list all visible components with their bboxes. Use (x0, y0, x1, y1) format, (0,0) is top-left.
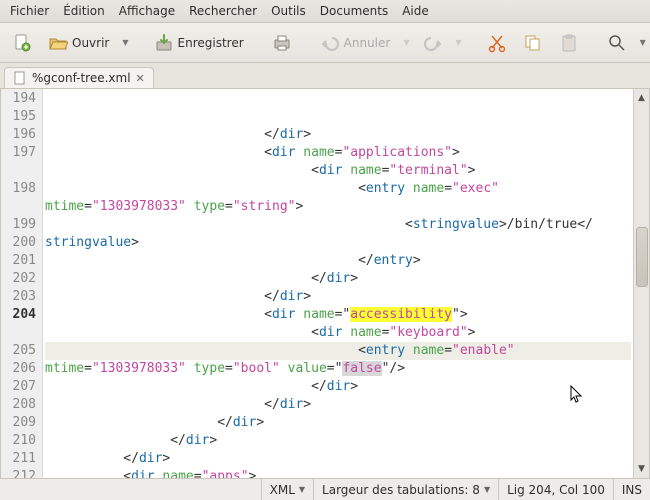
language-label: XML (270, 483, 295, 497)
insert-mode-label: INS (622, 483, 642, 497)
save-button[interactable]: Enregistrer (148, 30, 250, 56)
menu-documents[interactable]: Documents (314, 2, 394, 20)
cursor-position-label: Lig 204, Col 100 (507, 483, 605, 497)
menu-edit[interactable]: Édition (57, 2, 111, 20)
menu-file[interactable]: Fichier (4, 2, 55, 20)
new-document-button[interactable] (6, 30, 38, 56)
menu-view[interactable]: Affichage (113, 2, 181, 20)
tab-width-selector[interactable]: Largeur des tabulations: 8 ▼ (313, 479, 498, 500)
code-line[interactable]: mtime="1303978033" type="bool" value="fa… (45, 360, 631, 378)
open-dropdown-arrow[interactable]: ▼ (119, 38, 131, 47)
paste-button[interactable] (553, 30, 585, 56)
code-line[interactable]: stringvalue> (45, 234, 631, 252)
code-line[interactable]: <dir name="apps"> (45, 468, 631, 478)
undo-button[interactable]: Annuler (314, 30, 397, 56)
code-line[interactable]: </dir> (45, 414, 631, 432)
scrollbar-track[interactable] (635, 107, 649, 460)
code-area[interactable]: </dir> <dir name="applications"> <dir na… (43, 89, 633, 478)
cursor-position: Lig 204, Col 100 (498, 479, 613, 500)
redo-button[interactable] (417, 30, 449, 56)
statusbar-spacer (0, 479, 261, 500)
save-icon (154, 33, 174, 53)
search-button[interactable] (601, 30, 633, 56)
tab-close-button[interactable]: ✕ (136, 72, 145, 85)
undo-label: Annuler (344, 36, 391, 50)
code-line[interactable]: </dir> (45, 432, 631, 450)
toolbar: Ouvrir ▼ Enregistrer Annuler ▼ ▼ (0, 23, 650, 63)
editor: 1941951961971981992002012022032042052062… (0, 88, 650, 478)
undo-icon (320, 33, 340, 53)
tabbar: %gconf-tree.xml ✕ (0, 63, 650, 88)
code-line[interactable]: <stringvalue>/bin/true</ (45, 216, 631, 234)
document-tab[interactable]: %gconf-tree.xml ✕ (4, 67, 154, 88)
code-line[interactable]: <dir name="keyboard"> (45, 324, 631, 342)
tab-width-label: Largeur des tabulations: 8 (322, 483, 480, 497)
insert-mode[interactable]: INS (613, 479, 650, 500)
open-button[interactable]: Ouvrir (42, 30, 115, 56)
statusbar: XML ▼ Largeur des tabulations: 8 ▼ Lig 2… (0, 478, 650, 500)
chevron-down-icon: ▼ (484, 485, 490, 494)
scrollbar-thumb[interactable] (636, 227, 648, 287)
code-line[interactable]: <entry name="enable" (45, 342, 631, 360)
code-line[interactable]: <dir name="applications"> (45, 144, 631, 162)
copy-button[interactable] (517, 30, 549, 56)
vertical-scrollbar[interactable]: ▲ ▼ (633, 89, 649, 478)
undo-dropdown-arrow[interactable]: ▼ (400, 38, 412, 47)
code-line[interactable]: </dir> (45, 126, 631, 144)
paste-icon (559, 33, 579, 53)
code-line[interactable]: </dir> (45, 270, 631, 288)
print-icon (272, 33, 292, 53)
code-line[interactable]: </dir> (45, 450, 631, 468)
search-icon (607, 33, 627, 53)
menu-help[interactable]: Aide (396, 2, 435, 20)
code-line[interactable]: <dir name="accessibility"> (45, 306, 631, 324)
file-icon (13, 71, 27, 85)
copy-icon (523, 33, 543, 53)
chevron-down-icon: ▼ (299, 485, 305, 494)
tab-filename: %gconf-tree.xml (32, 71, 131, 85)
cut-icon (487, 33, 507, 53)
code-line[interactable]: mtime="1303978033" type="string"> (45, 198, 631, 216)
menubar: Fichier Édition Affichage Rechercher Out… (0, 0, 650, 23)
scroll-up-arrow[interactable]: ▲ (638, 91, 645, 105)
save-label: Enregistrer (178, 36, 244, 50)
language-selector[interactable]: XML ▼ (261, 479, 313, 500)
code-line[interactable]: </dir> (45, 288, 631, 306)
code-line[interactable]: </dir> (45, 378, 631, 396)
cut-button[interactable] (481, 30, 513, 56)
line-number-gutter: 1941951961971981992002012022032042052062… (1, 89, 43, 478)
open-folder-icon (48, 33, 68, 53)
menu-tools[interactable]: Outils (265, 2, 312, 20)
search-dropdown-arrow[interactable]: ▼ (637, 38, 649, 47)
code-line[interactable]: <dir name="terminal"> (45, 162, 631, 180)
code-line[interactable]: <entry name="exec" (45, 180, 631, 198)
new-document-icon (12, 33, 32, 53)
code-line[interactable]: </dir> (45, 396, 631, 414)
scroll-down-arrow[interactable]: ▼ (638, 462, 645, 476)
menu-search[interactable]: Rechercher (183, 2, 263, 20)
redo-dropdown-arrow[interactable]: ▼ (453, 38, 465, 47)
redo-icon (423, 33, 443, 53)
print-button[interactable] (266, 30, 298, 56)
open-label: Ouvrir (72, 36, 109, 50)
code-line[interactable]: </entry> (45, 252, 631, 270)
